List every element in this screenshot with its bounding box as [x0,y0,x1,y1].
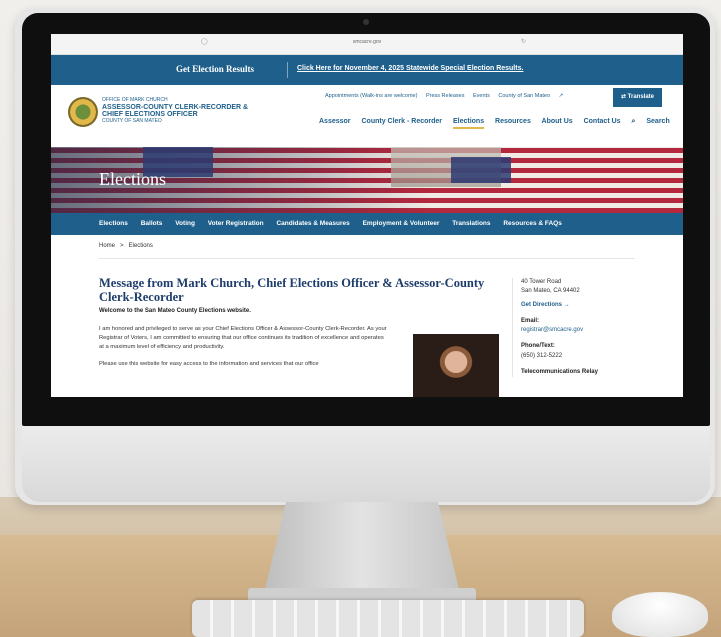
nav-elections[interactable]: Elections [452,118,485,129]
subnav-ballots[interactable]: Ballots [141,220,163,227]
browser-screen: ◯ smcacre.gov ↻ Get Election Results Cli… [51,34,683,397]
subnav-voting[interactable]: Voting [175,220,195,227]
utility-link-events[interactable]: Events [473,93,490,99]
browser-address-bar[interactable]: ◯ smcacre.gov ↻ [51,34,683,55]
subnav-voter-registration[interactable]: Voter Registration [208,220,264,227]
office-line-4: COUNTY OF SAN MATEO [102,117,162,124]
election-results-link[interactable]: Click Here for November 4, 2025 Statewid… [297,65,523,72]
subnav-candidates-measures[interactable]: Candidates & Measures [276,220,349,227]
search-button[interactable]: ⌕ Search [632,118,679,125]
camera-icon [363,19,369,25]
site-header: OFFICE OF MARK CHURCH ASSESSOR-COUNTY CL… [51,85,683,147]
nav-contact-us[interactable]: Contact Us [584,118,621,125]
url-text: smcacre.gov [352,39,382,45]
election-results-banner: Get Election Results Click Here for Nove… [51,55,683,85]
nav-resources[interactable]: Resources [495,118,531,125]
office-line-2: ASSESSOR-COUNTY CLERK-RECORDER & [102,103,249,111]
utility-nav: Appointments (Walk-ins are welcome) Pres… [325,93,570,99]
county-seal-logo[interactable] [68,97,98,127]
translate-icon: ⇄ [620,94,626,100]
reload-icon[interactable]: ↻ [521,38,526,45]
search-label: Search [646,118,670,125]
nav-county-clerk-recorder[interactable]: County Clerk - Recorder [361,118,442,125]
banner-label: Get Election Results [176,64,254,74]
search-icon: ⌕ [631,118,636,125]
translate-label: Translate [627,94,655,100]
office-name[interactable]: OFFICE OF MARK CHURCH ASSESSOR-COUNTY CL… [102,97,249,124]
subnav-resources-faqs[interactable]: Resources & FAQs [503,220,562,227]
subnav-elections[interactable]: Elections [99,220,128,227]
monitor-chin [22,426,710,502]
utility-link-press-releases[interactable]: Press Releases [426,93,465,99]
monitor-stand [262,502,462,602]
utility-link-appointments[interactable]: Appointments (Walk-ins are welcome) [325,93,417,99]
nav-about-us[interactable]: About Us [542,118,573,125]
hero-title: Elections [99,169,166,189]
subnav-employment-volunteer[interactable]: Employment & Volunteer [363,220,440,227]
nav-assessor[interactable]: Assessor [319,118,351,125]
keyboard [192,600,584,637]
section-nav: Elections Ballots Voting Voter Registrat… [51,213,683,235]
external-link-icon: ↗ [558,93,564,99]
hero-banner: Elections [51,147,683,213]
flag-stars-image-2 [451,157,511,183]
main-nav: Assessor County Clerk - Recorder Electio… [319,118,683,129]
banner-divider [287,62,288,78]
utility-link-county[interactable]: County of San Mateo [498,93,550,99]
subnav-translations[interactable]: Translations [452,220,490,227]
mouse [612,592,708,637]
translate-button[interactable]: ⇄ Translate [613,88,662,107]
